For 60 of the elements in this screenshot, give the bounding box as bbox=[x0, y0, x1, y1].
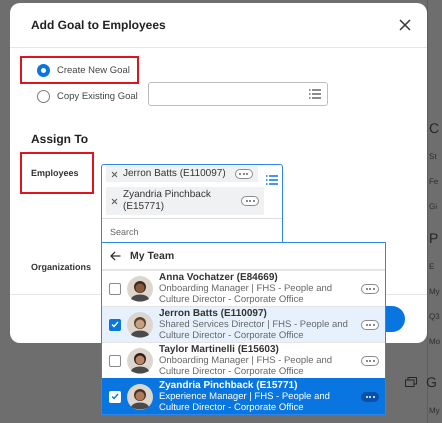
checkbox[interactable] bbox=[109, 318, 121, 330]
radio-button[interactable] bbox=[37, 64, 50, 76]
employees-field[interactable]: Jerron Batts (E110097) Zyandria Pinchback (E15771) Search bbox=[101, 164, 283, 245]
dialog-title: Add Goal to Employees bbox=[31, 18, 166, 32]
avatar bbox=[127, 348, 153, 374]
page-text: My bbox=[429, 286, 441, 298]
more-button[interactable] bbox=[234, 169, 253, 179]
person-row[interactable]: Zyandria Pinchback (E15771) Experience Manager | FHS - People and Culture Director - Corporate Office bbox=[102, 378, 385, 414]
section-heading: G bbox=[405, 366, 442, 398]
person-name: Jerron Batts (E110097) bbox=[159, 308, 268, 319]
back-button[interactable] bbox=[110, 251, 121, 261]
close-button[interactable] bbox=[397, 17, 413, 33]
person-title: Onboarding Manager | FHS - People and Culture Director - Corporate Office bbox=[159, 355, 334, 377]
page-text: Fe bbox=[429, 176, 440, 188]
field-label: Employees bbox=[31, 168, 79, 178]
person-name: Anna Vochatzer (E84669) bbox=[159, 272, 279, 283]
goal-field[interactable] bbox=[148, 82, 328, 106]
page-text: Gi bbox=[429, 200, 438, 213]
chip-label: Zyandria Pinchback (E15771) bbox=[123, 189, 212, 213]
radio-label: Copy Existing Goal bbox=[57, 90, 138, 102]
page-text: St bbox=[429, 150, 438, 163]
person-title: Experience Manager | FHS - People and Culture Director - Corporate Office bbox=[159, 391, 331, 413]
radio-button[interactable] bbox=[37, 90, 50, 102]
person-title: Onboarding Manager | FHS - People and Culture Director - Corporate Office bbox=[159, 283, 334, 305]
close-icon bbox=[111, 170, 118, 178]
person-name: Zyandria Pinchback (E15771) bbox=[159, 380, 298, 391]
person-name: Taylor Martinelli (E15603) bbox=[159, 344, 280, 355]
page-text: My bbox=[429, 404, 441, 417]
window-icon bbox=[405, 377, 417, 388]
avatar bbox=[127, 384, 153, 410]
person-row[interactable]: Taylor Martinelli (E15603) Onboarding Manager | FHS - People and Culture Director - Corporate Office bbox=[102, 342, 385, 378]
person-row[interactable]: Jerron Batts (E110097) Shared Services Director | FHS - People and Culture Director - Corporate Office bbox=[102, 306, 385, 342]
close-icon bbox=[111, 198, 118, 204]
page-text: Q3 bbox=[429, 311, 441, 324]
remove-button[interactable] bbox=[111, 198, 118, 204]
more-button[interactable] bbox=[361, 356, 379, 366]
section-heading: Assign To bbox=[31, 132, 90, 146]
remove-button[interactable] bbox=[111, 170, 118, 178]
back-arrow-icon bbox=[110, 251, 121, 261]
field-label: Organizations bbox=[31, 262, 92, 272]
more-button[interactable] bbox=[361, 320, 379, 330]
picker-title: My Team bbox=[130, 250, 174, 262]
more-button[interactable] bbox=[361, 392, 379, 402]
person-row[interactable]: Anna Vochatzer (E84669) Onboarding Manager | FHS - People and Culture Director - Corporate Office bbox=[102, 270, 385, 306]
page-text: E bbox=[429, 261, 436, 274]
list-icon[interactable] bbox=[309, 89, 321, 99]
more-button[interactable] bbox=[241, 196, 259, 206]
avatar bbox=[127, 312, 153, 338]
chip-label: Jerron Batts (E110097) bbox=[123, 168, 226, 180]
person-title: Shared Services Director | FHS - People and Culture Director - Corporate Office bbox=[159, 319, 349, 341]
radio-label: Create New Goal bbox=[57, 64, 130, 76]
close-icon bbox=[399, 19, 411, 31]
section-heading: C bbox=[429, 118, 440, 138]
list-icon[interactable] bbox=[266, 175, 278, 185]
checkbox[interactable] bbox=[109, 354, 121, 366]
more-button[interactable] bbox=[361, 284, 379, 294]
checkbox[interactable] bbox=[109, 282, 121, 294]
section-heading: P bbox=[429, 229, 440, 248]
avatar bbox=[127, 276, 153, 302]
page-text: Mo bbox=[429, 336, 442, 348]
